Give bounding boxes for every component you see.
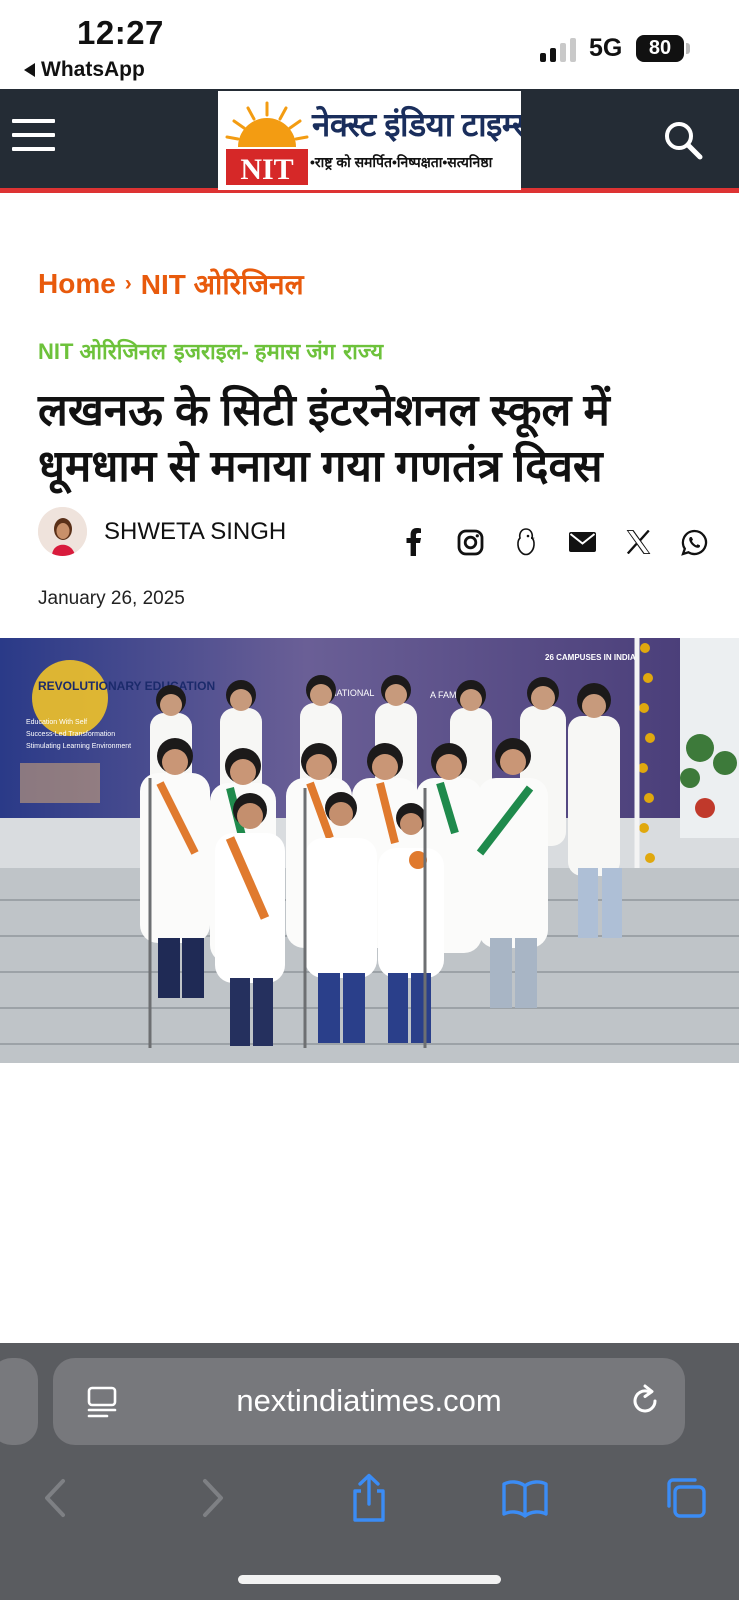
author-name[interactable]: SHWETA SINGH (104, 518, 286, 546)
category-tag[interactable]: इजराइल- हमास जंग (174, 336, 335, 366)
author-avatar-image (38, 507, 87, 556)
banner-text-revolutionary: REVOLUTIONARY EDUCATION (38, 679, 215, 693)
author-avatar[interactable] (38, 507, 87, 556)
logo-sun-mark: NIT (225, 101, 309, 186)
share-icons (386, 525, 722, 559)
search-icon[interactable] (662, 119, 704, 161)
banner-bullet: Education With Self (26, 719, 87, 726)
url-text[interactable]: nextindiatimes.com (53, 1383, 685, 1419)
status-time: 12:27 (77, 14, 164, 51)
breadcrumb-home[interactable]: Home (38, 268, 116, 300)
instagram-icon[interactable] (442, 525, 498, 559)
banner-text-campuses: 26 CAMPUSES IN INDIA (545, 653, 636, 662)
reload-icon[interactable] (627, 1383, 663, 1419)
battery-icon: 80 (636, 35, 684, 62)
breadcrumb-separator: › (124, 272, 132, 295)
koo-icon[interactable] (498, 525, 554, 559)
cellular-signal-icon (540, 36, 580, 62)
back-app-label: WhatsApp (41, 58, 145, 81)
site-header: NIT नेक्स्ट इंडिया टाइम्स •राष्ट्र को सम… (0, 89, 739, 193)
email-icon[interactable] (554, 525, 610, 559)
banner-bullet: Stimulating Learning Environment (26, 743, 131, 750)
bookmarks-icon[interactable] (495, 1468, 555, 1528)
previous-tab-edge[interactable] (0, 1358, 38, 1445)
category-tags: NIT ओरिजिनल इजराइल- हमास जंग राज्य (38, 336, 383, 366)
share-icon[interactable] (339, 1468, 399, 1528)
breadcrumb: Home › NIT ओरिजिनल (38, 265, 304, 303)
site-logo[interactable]: NIT नेक्स्ट इंडिया टाइम्स •राष्ट्र को सम… (218, 91, 521, 190)
category-tag[interactable]: NIT ओरिजिनल (38, 336, 166, 366)
breadcrumb-section[interactable]: NIT ओरिजिनल (141, 265, 304, 303)
battery-cap (686, 43, 690, 54)
featured-photo-illustration: REVOLUTIONARY EDUCATION 26 CAMPUSES IN I… (0, 638, 739, 1063)
whatsapp-icon[interactable] (666, 525, 722, 559)
article-headline: लखनऊ के सिटी इंटरनेशनल स्कूल में धूमधाम … (38, 386, 610, 491)
forward-icon[interactable] (183, 1468, 243, 1528)
home-indicator[interactable] (238, 1575, 501, 1584)
back-triangle-icon (24, 63, 35, 77)
post-date: January 26, 2025 (38, 588, 185, 609)
logo-title: नेक्स्ट इंडिया टाइम्स (312, 106, 521, 143)
featured-photo[interactable]: REVOLUTIONARY EDUCATION 26 CAMPUSES IN I… (0, 638, 739, 1063)
back-icon[interactable] (25, 1468, 85, 1528)
banner-bullet: Success-Led Transformation (26, 731, 115, 738)
logo-tagline: •राष्ट्र को समर्पित•निष्पक्षता•सत्यनिष्ठ… (310, 154, 493, 170)
hamburger-menu-icon[interactable] (12, 117, 55, 153)
address-bar[interactable]: nextindiatimes.com (53, 1358, 685, 1445)
banner-text-national: NATIONAL (330, 688, 374, 698)
browser-toolbar (0, 1468, 739, 1532)
network-label: 5G (589, 34, 623, 62)
facebook-icon[interactable] (386, 525, 442, 559)
back-to-whatsapp[interactable]: WhatsApp (24, 58, 145, 82)
tabs-icon[interactable] (655, 1468, 715, 1528)
x-icon[interactable] (610, 525, 666, 559)
category-tag[interactable]: राज्य (343, 336, 383, 366)
browser-bottom-bar: nextindiatimes.com (0, 1343, 739, 1600)
logo-nit-text: NIT (240, 153, 293, 186)
status-bar: 12:27 WhatsApp 5G 80 (0, 0, 739, 89)
